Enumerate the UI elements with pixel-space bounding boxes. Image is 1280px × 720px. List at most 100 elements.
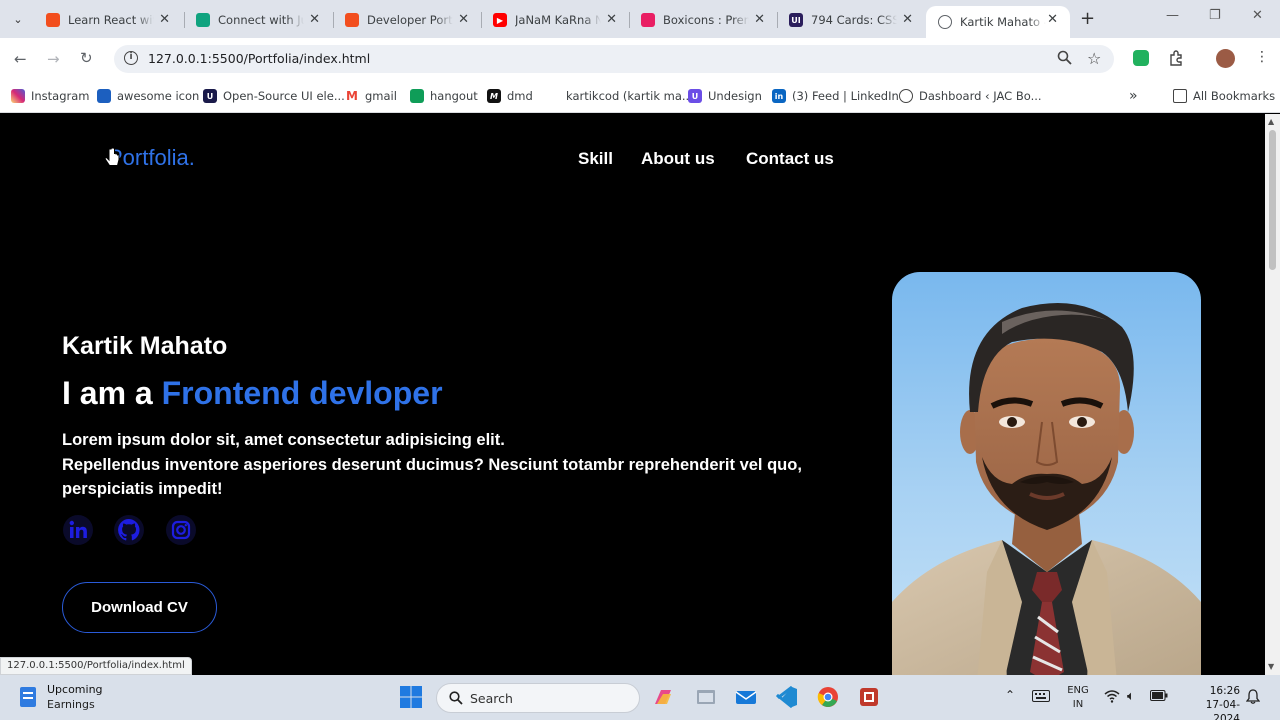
- bookmark-star-icon[interactable]: ☆: [1087, 49, 1101, 68]
- zoom-icon[interactable]: [1057, 50, 1072, 69]
- windows-start-icon[interactable]: [400, 686, 422, 708]
- close-icon[interactable]: ✕: [309, 12, 320, 27]
- site-logo[interactable]: Portfolia.: [108, 145, 195, 171]
- stock-news-icon[interactable]: [18, 685, 38, 709]
- copilot-icon[interactable]: [652, 686, 674, 708]
- gmail-icon: M: [345, 89, 359, 103]
- bookmark-hangout[interactable]: hangout: [410, 86, 478, 106]
- instagram-icon[interactable]: [165, 514, 197, 546]
- bookmark-gmail[interactable]: M gmail: [345, 86, 397, 106]
- close-icon[interactable]: ✕: [159, 12, 170, 27]
- wifi-icon[interactable]: [1104, 690, 1120, 706]
- scroll-thumb[interactable]: [1269, 130, 1276, 270]
- snipping-tool-icon[interactable]: [858, 686, 880, 708]
- close-window-icon[interactable]: ✕: [1252, 8, 1263, 23]
- bookmark-dashboard[interactable]: Dashboard ‹ JAC Bo...: [899, 86, 1042, 106]
- hero-description-line1: Lorem ipsum dolor sit, amet consectetur …: [62, 431, 505, 449]
- blank-page-icon: [546, 89, 560, 103]
- linkedin-icon[interactable]: [62, 514, 94, 546]
- restore-icon[interactable]: ❐: [1209, 8, 1221, 23]
- close-icon[interactable]: ✕: [606, 12, 617, 27]
- close-icon[interactable]: ✕: [1047, 12, 1058, 27]
- uiverse-icon: UI: [789, 13, 803, 27]
- close-icon[interactable]: ✕: [754, 12, 765, 27]
- bookmark-instagram[interactable]: Instagram: [11, 86, 90, 106]
- forward-arrow-icon[interactable]: →: [47, 50, 60, 68]
- language-line1: ENG: [1067, 685, 1089, 696]
- all-bookmarks-button[interactable]: All Bookmarks: [1173, 86, 1275, 106]
- portfolio-page: Portfolia. Skill About us Contact us Kar…: [0, 114, 1265, 675]
- nav-about-us[interactable]: About us: [641, 149, 715, 169]
- keyboard-icon[interactable]: [1032, 690, 1050, 705]
- hand-cursor-icon: [104, 147, 120, 166]
- globe-icon: [899, 89, 913, 103]
- extension-green-icon[interactable]: [1133, 50, 1149, 66]
- search-icon: [449, 691, 463, 709]
- omnibox[interactable]: i 127.0.0.1:5500/Portfolia/index.html: [114, 45, 1114, 73]
- bookmark-open-source-ui[interactable]: U Open-Source UI ele...: [203, 86, 345, 106]
- clock-time: 16:26: [1209, 685, 1240, 697]
- youtube-icon: ▶: [493, 13, 507, 27]
- tab-search-chevron-icon[interactable]: ⌄: [6, 8, 30, 30]
- bookmark-undesign[interactable]: U Undesign: [688, 86, 762, 106]
- hero-description: Lorem ipsum dolor sit, amet consectetur …: [62, 428, 862, 502]
- bookmark-awesome-icon[interactable]: awesome icon: [97, 86, 199, 106]
- show-hidden-icons-icon[interactable]: ⌃: [1005, 688, 1015, 702]
- figma-icon: [345, 13, 359, 27]
- page-scrollbar[interactable]: ▲ ▼: [1265, 114, 1280, 675]
- close-icon[interactable]: ✕: [902, 12, 913, 27]
- tab-learn-react[interactable]: Learn React with ✕: [34, 6, 182, 34]
- system-clock[interactable]: 16:26 17-04-2024: [1182, 684, 1240, 720]
- chrome-icon[interactable]: [817, 686, 839, 708]
- language-indicator[interactable]: ENG IN: [1066, 684, 1090, 712]
- volume-icon[interactable]: 🔈︎: [1127, 689, 1135, 704]
- file-explorer-icon[interactable]: [695, 686, 717, 708]
- undesign-icon: U: [688, 89, 702, 103]
- mail-icon[interactable]: [735, 686, 757, 708]
- globe-icon: [938, 15, 952, 29]
- scroll-down-icon[interactable]: ▼: [1268, 662, 1274, 671]
- site-info-icon[interactable]: i: [124, 51, 138, 65]
- scroll-up-icon[interactable]: ▲: [1268, 117, 1274, 126]
- hero-name: Kartik Mahato: [62, 332, 228, 360]
- dmd-icon: M: [487, 89, 501, 103]
- profile-avatar[interactable]: [1216, 49, 1235, 68]
- bookmarks-overflow-icon[interactable]: »: [1129, 86, 1138, 106]
- extensions-puzzle-icon[interactable]: [1168, 50, 1184, 66]
- tab-youtube[interactable]: ▶ JaNaM KaRna N ✕: [481, 6, 629, 34]
- flag-icon: [97, 89, 111, 103]
- nav-contact-us[interactable]: Contact us: [746, 149, 834, 169]
- github-icon[interactable]: [113, 514, 145, 546]
- boxicons-icon: [641, 13, 655, 27]
- tab-css-cards[interactable]: UI 794 Cards: CSS ✕: [777, 6, 925, 34]
- back-arrow-icon[interactable]: ←: [14, 50, 27, 68]
- instagram-icon: [11, 89, 25, 103]
- tab-developer-portfolio[interactable]: Developer Portf ✕: [333, 6, 481, 34]
- minimize-icon[interactable]: —: [1166, 8, 1179, 23]
- widget-title[interactable]: Upcoming: [47, 683, 103, 696]
- bookmark-linkedin[interactable]: in (3) Feed | LinkedIn: [772, 86, 899, 106]
- notification-bell-icon[interactable]: [1245, 689, 1261, 707]
- bookmark-kartikcod[interactable]: kartikcod (kartik ma...: [546, 86, 693, 106]
- new-tab-icon[interactable]: +: [1080, 8, 1095, 29]
- tab-kartik-mahato[interactable]: Kartik Mahato - ✕: [926, 6, 1070, 38]
- hero-description-line2: Repellendus inventore asperiores deserun…: [62, 455, 802, 499]
- more-menu-icon[interactable]: ⋮: [1255, 49, 1269, 65]
- hero-role-prefix: I am a: [62, 375, 162, 411]
- hero-role: I am a Frontend devloper: [62, 375, 443, 412]
- link-status-url: 127.0.0.1:5500/Portfolia/index.html: [0, 657, 192, 675]
- tab-connect[interactable]: Connect with Ju ✕: [184, 6, 332, 34]
- battery-icon[interactable]: [1150, 690, 1168, 704]
- widget-subtitle[interactable]: Earnings: [47, 698, 95, 711]
- tab-boxicons[interactable]: Boxicons : Prem ✕: [629, 6, 777, 34]
- bookmark-dmd[interactable]: M dmd: [487, 86, 533, 106]
- nav-skill[interactable]: Skill: [578, 149, 613, 169]
- vscode-icon[interactable]: [776, 686, 798, 708]
- folder-icon: [1173, 89, 1187, 103]
- close-icon[interactable]: ✕: [458, 12, 469, 27]
- reload-icon[interactable]: ↻: [80, 49, 93, 67]
- tab-bar: ⌄ Learn React with ✕ Connect with Ju ✕ D…: [0, 0, 1280, 38]
- url-text[interactable]: 127.0.0.1:5500/Portfolia/index.html: [148, 51, 370, 66]
- taskbar-search[interactable]: Search: [436, 683, 640, 713]
- download-cv-button[interactable]: Download CV: [62, 582, 217, 633]
